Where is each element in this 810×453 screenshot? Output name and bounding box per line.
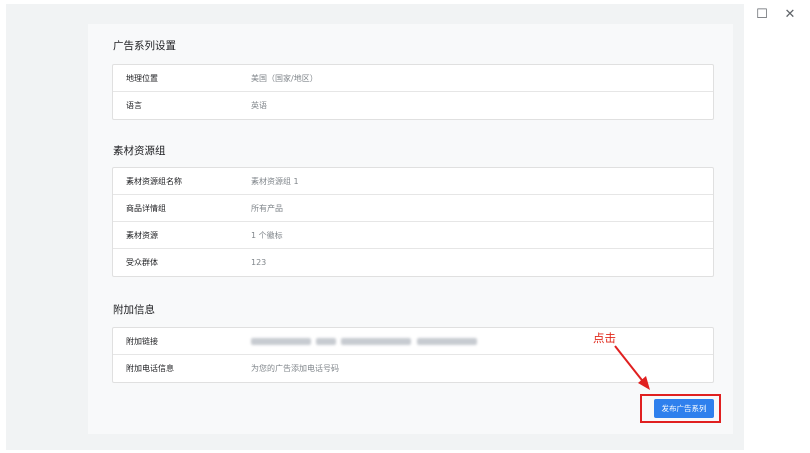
table-row: 语言 英语 — [113, 92, 713, 119]
row-label-language: 语言 — [126, 101, 142, 110]
redacted-text — [251, 338, 311, 345]
table-row: 附加电话信息 为您的广告添加电话号码 — [113, 355, 713, 382]
row-value-assets: 1 个徽标 — [251, 231, 283, 240]
table-row: 受众群体 123 — [113, 249, 713, 276]
section-title-extensions: 附加信息 — [113, 304, 155, 316]
row-value-asset-group-name: 素材资源组 1 — [251, 177, 299, 186]
click-annotation-label: 点击 — [593, 331, 616, 345]
row-value-language: 英语 — [251, 101, 267, 110]
row-value-location: 美国（国家/地区） — [251, 74, 318, 83]
table-row: 素材资源 1 个徽标 — [113, 222, 713, 249]
row-label-asset-group-name: 素材资源组名称 — [126, 177, 182, 186]
table-row: 附加链接 — [113, 328, 713, 355]
row-value-audience: 123 — [251, 258, 267, 267]
redacted-text — [341, 338, 411, 345]
close-icon[interactable]: ✕ — [776, 4, 804, 24]
section-title-campaign-settings: 广告系列设置 — [113, 40, 176, 52]
redacted-text — [417, 338, 477, 345]
redacted-text — [316, 338, 336, 345]
row-label-listing-group: 商品详情组 — [126, 204, 166, 213]
extensions-panel: 附加链接 附加电话信息 为您的广告添加电话号码 — [112, 327, 714, 383]
section-title-asset-group: 素材资源组 — [113, 145, 166, 157]
table-row: 商品详情组 所有产品 — [113, 195, 713, 222]
publish-campaign-button[interactable]: 发布广告系列 — [654, 399, 714, 418]
table-row: 地理位置 美国（国家/地区） — [113, 65, 713, 92]
row-value-listing-group: 所有产品 — [251, 204, 283, 213]
row-label-location: 地理位置 — [126, 74, 158, 83]
maximize-icon[interactable]: ☐ — [748, 4, 776, 24]
row-value-call-extension: 为您的广告添加电话号码 — [251, 364, 339, 373]
row-label-sitelinks: 附加链接 — [126, 337, 158, 346]
row-label-audience: 受众群体 — [126, 258, 158, 267]
asset-group-panel: 素材资源组名称 素材资源组 1 商品详情组 所有产品 素材资源 1 个徽标 受众… — [112, 167, 714, 277]
campaign-settings-panel: 地理位置 美国（国家/地区） 语言 英语 — [112, 64, 714, 120]
row-label-assets: 素材资源 — [126, 231, 158, 240]
row-label-call-extension: 附加电话信息 — [126, 364, 174, 373]
table-row: 素材资源组名称 素材资源组 1 — [113, 168, 713, 195]
